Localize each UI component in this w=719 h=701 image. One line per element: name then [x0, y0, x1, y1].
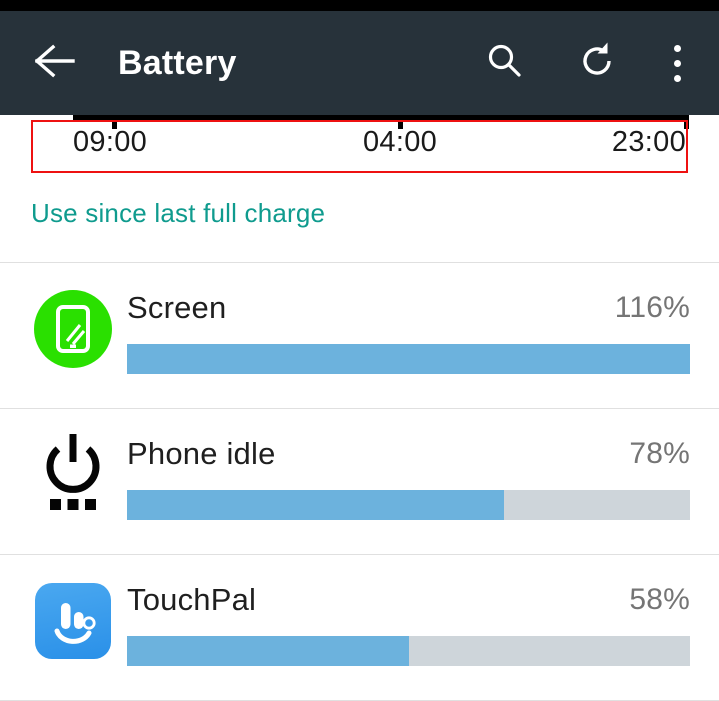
list-item-percent: 78%	[629, 437, 690, 471]
list-item-label: Screen	[127, 290, 226, 326]
usage-bar-track	[127, 490, 690, 520]
usage-bar-track	[127, 344, 690, 374]
arrow-left-icon	[35, 44, 75, 83]
row-icon-screen	[33, 289, 113, 369]
battery-usage-list: Screen 116% Phone idle	[0, 262, 719, 701]
refresh-button[interactable]	[567, 11, 629, 115]
search-button[interactable]	[473, 11, 535, 115]
more-vertical-icon	[674, 41, 681, 86]
touchpal-icon	[35, 583, 111, 659]
axis-label-mid: 04:00	[363, 126, 437, 159]
usage-bar-fill	[127, 490, 504, 520]
usage-bar-fill	[127, 636, 409, 666]
list-item-label: Phone idle	[127, 436, 276, 472]
list-item[interactable]: Screen 116%	[0, 263, 719, 408]
battery-usage-screen: Battery	[0, 0, 719, 696]
screen-icon	[34, 290, 112, 368]
axis-label-left: 09:00	[73, 126, 147, 159]
list-item-percent: 116%	[615, 291, 690, 325]
list-item-percent: 58%	[629, 583, 690, 617]
axis-label-right: 23:00	[612, 126, 686, 159]
status-bar	[0, 0, 719, 11]
search-icon	[484, 41, 524, 86]
chart-axis-labels: 09:00 04:00 23:00	[33, 126, 686, 170]
battery-history-chart[interactable]: 09:00 04:00 23:00	[0, 110, 719, 180]
usage-bar-track	[127, 636, 690, 666]
overflow-menu-button[interactable]	[657, 11, 697, 115]
list-item[interactable]: TouchPal 58%	[0, 555, 719, 700]
page-title: Battery	[118, 44, 237, 83]
list-item-label: TouchPal	[127, 582, 256, 618]
back-button[interactable]	[18, 11, 92, 115]
usage-bar-fill	[127, 344, 690, 374]
list-item[interactable]: Phone idle 78%	[0, 409, 719, 554]
row-icon-touchpal	[33, 581, 113, 661]
app-toolbar: Battery	[0, 11, 719, 115]
refresh-icon	[577, 40, 619, 87]
row-icon-phone-idle	[33, 435, 113, 515]
section-header: Use since last full charge	[31, 198, 325, 229]
power-icon	[40, 433, 106, 518]
